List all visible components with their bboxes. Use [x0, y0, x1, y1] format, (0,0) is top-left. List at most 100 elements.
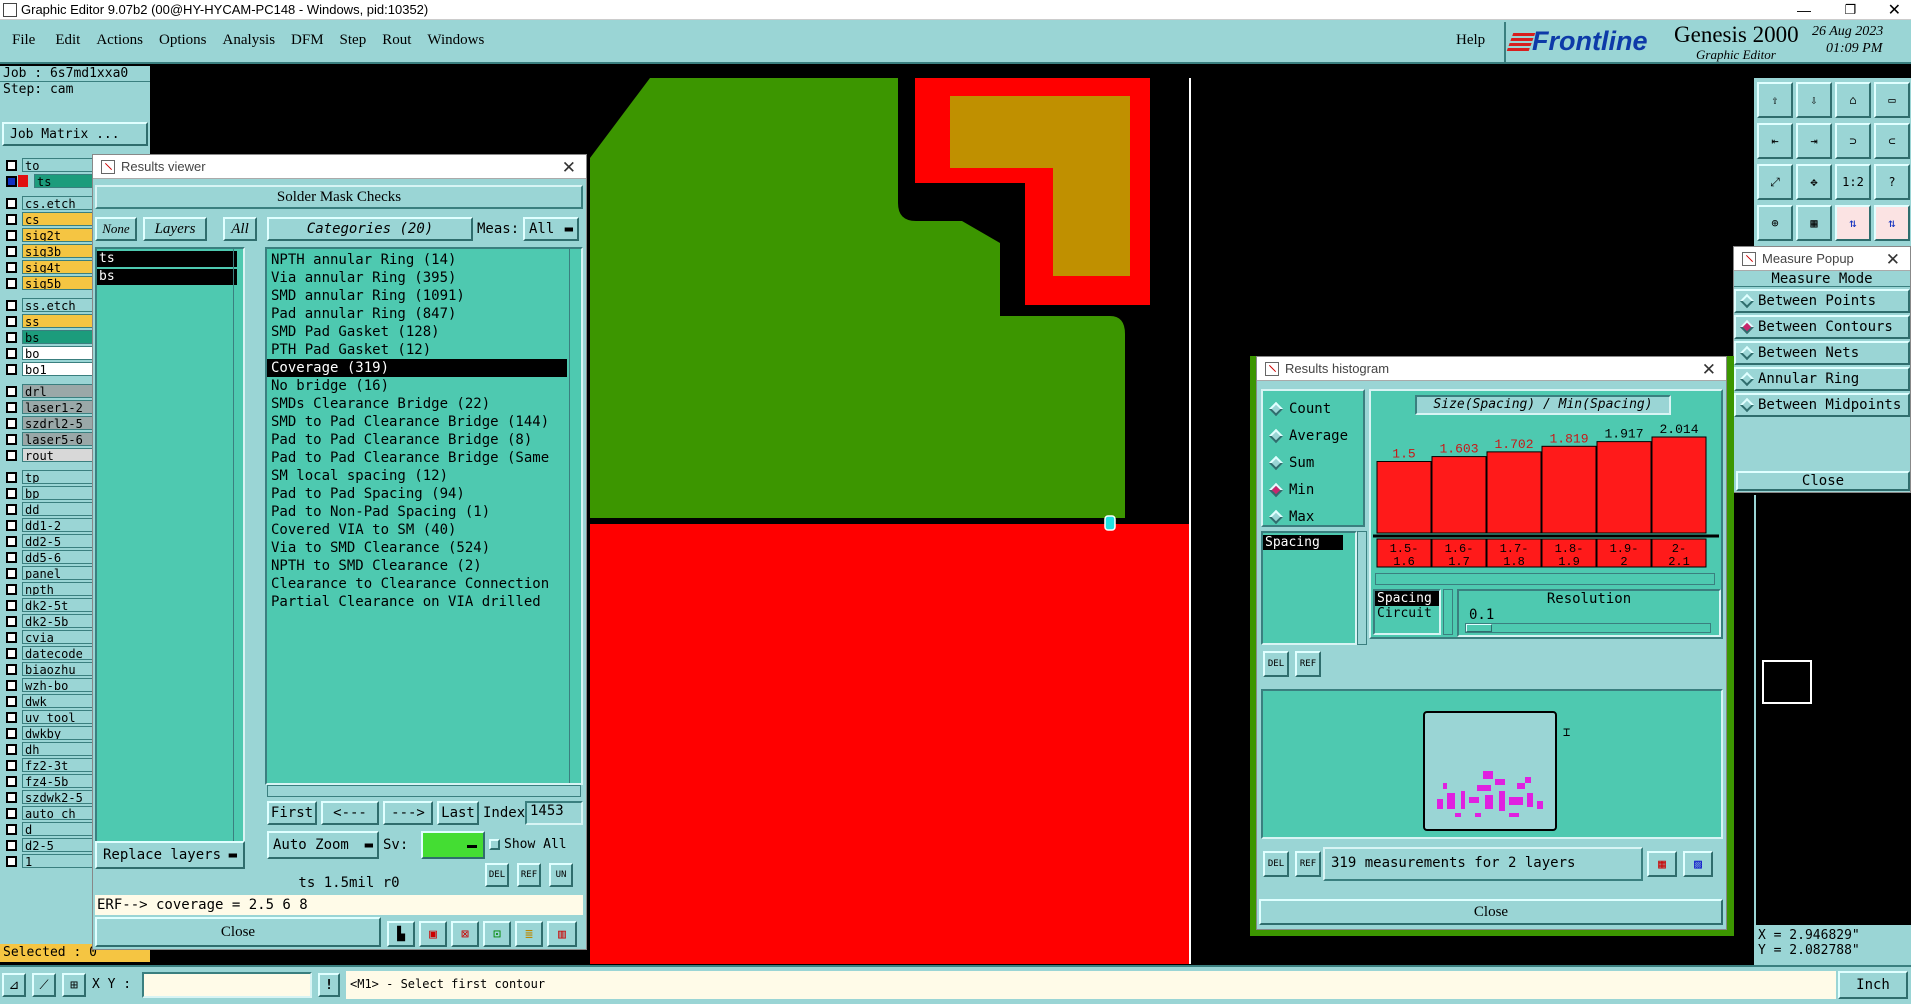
- layer-name[interactable]: ss.etch: [22, 298, 100, 312]
- category-item[interactable]: Pad annular Ring (847): [267, 305, 567, 323]
- layer-name[interactable]: dd2-5: [22, 534, 100, 548]
- category-item[interactable]: No bridge (16): [267, 377, 567, 395]
- meas-dropdown[interactable]: All ▬: [523, 217, 579, 241]
- layer-row[interactable]: wzh-bo: [0, 677, 100, 693]
- measure-option[interactable]: Between Points: [1734, 289, 1910, 313]
- resolution-slider-thumb[interactable]: [1466, 624, 1492, 632]
- layer-row[interactable]: tp: [0, 469, 100, 485]
- layer-row[interactable]: to: [0, 157, 100, 173]
- layer-row[interactable]: auto_ch: [0, 805, 100, 821]
- layer-row[interactable]: dwkby: [0, 725, 100, 741]
- layer-name[interactable]: wzh-bo: [22, 678, 100, 692]
- layer-checkbox[interactable]: [6, 401, 17, 413]
- next-button[interactable]: --->: [383, 801, 433, 825]
- zoom-home-icon[interactable]: ⇪: [1757, 82, 1793, 118]
- layer-checkbox[interactable]: [6, 245, 17, 257]
- film-icon[interactable]: ▣: [419, 921, 447, 947]
- layer-row[interactable]: uv_tool: [0, 709, 100, 725]
- preview-delete-icon[interactable]: DEL: [1263, 851, 1289, 877]
- layer-checkbox[interactable]: [6, 583, 17, 595]
- layer-row[interactable]: bp: [0, 485, 100, 501]
- layer-checkbox[interactable]: [6, 663, 17, 675]
- layer-row[interactable]: ts: [0, 173, 100, 189]
- layer-checkbox[interactable]: [6, 417, 17, 429]
- layer-checkbox[interactable]: [6, 807, 17, 819]
- layer-row[interactable]: cs.etch: [0, 195, 100, 211]
- type-list-scrollbar[interactable]: [1443, 589, 1453, 635]
- first-button[interactable]: First: [267, 801, 317, 825]
- layer-checkbox[interactable]: [6, 791, 17, 803]
- navigator-frame[interactable]: [1762, 660, 1812, 704]
- layer-checkbox[interactable]: [6, 855, 17, 867]
- layer-checkbox[interactable]: [6, 331, 17, 343]
- layer-name[interactable]: ts: [34, 174, 100, 188]
- prev-button[interactable]: <---: [321, 801, 379, 825]
- layer-name[interactable]: d2-5: [22, 838, 100, 852]
- layer-checkbox[interactable]: [6, 487, 17, 499]
- measure-option[interactable]: Between Contours: [1734, 315, 1910, 339]
- layer-row[interactable]: sig5b: [0, 275, 100, 291]
- stat-list-item[interactable]: Spacing: [1263, 535, 1343, 550]
- layer-row[interactable]: d2-5: [0, 837, 100, 853]
- layer-checkbox[interactable]: [6, 213, 17, 225]
- layer-select-list[interactable]: ts bs: [95, 247, 245, 847]
- layer-name[interactable]: rout: [22, 448, 100, 462]
- stat-list[interactable]: Spacing: [1261, 531, 1357, 645]
- measure-option[interactable]: Between Midpoints: [1734, 393, 1910, 417]
- layer-list-scrollbar[interactable]: [233, 249, 243, 845]
- histogram-refresh-icon[interactable]: REF: [1295, 651, 1321, 677]
- layer-name[interactable]: fz4-5b: [22, 774, 100, 788]
- layer-row[interactable]: sig3b: [0, 243, 100, 259]
- layer-checkbox[interactable]: [6, 647, 17, 659]
- chart-hscroll[interactable]: [1375, 573, 1715, 585]
- stat-option[interactable]: Max: [1263, 503, 1363, 530]
- layer-name[interactable]: 1: [22, 854, 100, 868]
- layer-checkbox[interactable]: [6, 823, 17, 835]
- layer-name[interactable]: to: [22, 158, 100, 172]
- snap-in-icon[interactable]: ⊂: [1874, 123, 1910, 159]
- categories-hscroll[interactable]: [267, 785, 581, 797]
- layer-checkbox[interactable]: [6, 385, 17, 397]
- histogram-close-icon[interactable]: ✕: [1702, 360, 1716, 380]
- grid-icon[interactable]: ▦: [1796, 205, 1832, 241]
- layer-checkbox[interactable]: [6, 615, 17, 627]
- layer-row[interactable]: fz2-3t: [0, 757, 100, 773]
- measure-option[interactable]: Between Nets: [1734, 341, 1910, 365]
- layer-name[interactable]: biaozhu: [22, 662, 100, 676]
- layer-name[interactable]: auto_ch: [22, 806, 100, 820]
- units-button[interactable]: Inch: [1838, 971, 1908, 999]
- stat-option[interactable]: Min: [1263, 476, 1363, 503]
- stat-list-scrollbar[interactable]: [1357, 531, 1367, 645]
- close-window-button[interactable]: ✕: [1888, 0, 1901, 20]
- zoom-back-icon[interactable]: ⇩: [1796, 82, 1832, 118]
- histogram-close-button[interactable]: Close: [1259, 899, 1723, 925]
- last-button[interactable]: Last: [437, 801, 479, 825]
- layer-checkbox[interactable]: [6, 743, 17, 755]
- layer-name[interactable]: bp: [22, 486, 100, 500]
- grid-x-icon[interactable]: ⊠: [451, 921, 479, 947]
- sv-color-dropdown[interactable]: ▬: [421, 831, 485, 859]
- all-button[interactable]: All: [223, 217, 257, 241]
- layer-row[interactable]: ss: [0, 313, 100, 329]
- layer-row[interactable]: sig4t: [0, 259, 100, 275]
- layer-row[interactable]: bo: [0, 345, 100, 361]
- layer-name[interactable]: datecode: [22, 646, 100, 660]
- category-item[interactable]: Pad to Pad Spacing (94): [267, 485, 567, 503]
- layer-name[interactable]: sig3b: [22, 244, 100, 258]
- category-item[interactable]: SMD annular Ring (1091): [267, 287, 567, 305]
- category-item[interactable]: Partial Clearance on VIA drilled: [267, 593, 567, 611]
- home-icon[interactable]: ⌂: [1835, 82, 1871, 118]
- info-icon[interactable]: !: [318, 973, 340, 997]
- layer-name[interactable]: laser1-2: [22, 400, 100, 414]
- menu-dfm[interactable]: DFM: [291, 32, 324, 49]
- menu-windows[interactable]: Windows: [427, 32, 484, 49]
- layer-row[interactable]: dk2-5b: [0, 613, 100, 629]
- layer-name[interactable]: szdwk2-5: [22, 790, 100, 804]
- layer-name[interactable]: tp: [22, 470, 100, 484]
- layer-checkbox[interactable]: [6, 363, 17, 375]
- script-icon[interactable]: ⊕: [1757, 205, 1793, 241]
- fit-icon[interactable]: ⤢: [1757, 164, 1793, 200]
- category-item[interactable]: Via annular Ring (395): [267, 269, 567, 287]
- layer-row[interactable]: fz4-5b: [0, 773, 100, 789]
- layer-name[interactable]: fz2-3t: [22, 758, 100, 772]
